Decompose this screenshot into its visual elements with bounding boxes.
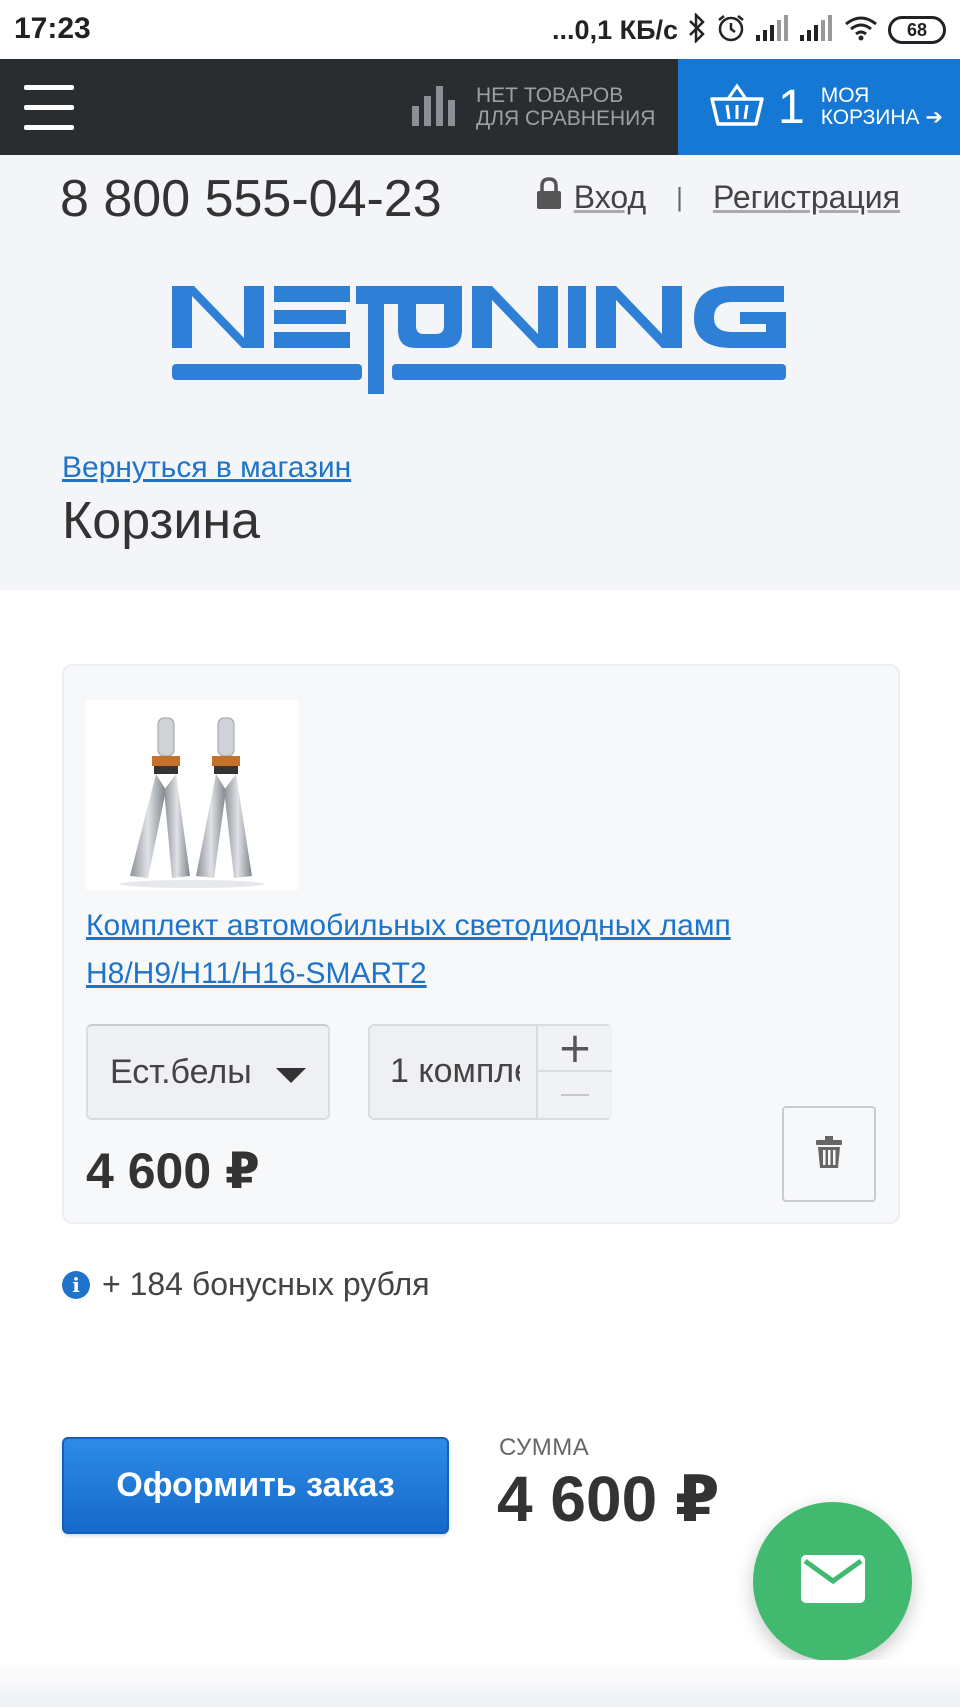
page-title: Корзина — [62, 492, 261, 550]
wifi-icon — [844, 15, 878, 46]
alarm-icon — [716, 13, 746, 48]
battery-icon: 68 — [888, 16, 946, 44]
product-name-link[interactable]: Комплект автомобильных светодиодных ламп… — [86, 902, 866, 998]
network-speed: ...0,1 КБ/с — [552, 14, 678, 45]
color-select[interactable]: Ест.белый — [86, 1024, 330, 1120]
cart-label-line1: МОЯ — [820, 84, 870, 107]
quantity-input[interactable]: 1 комплект — [390, 1052, 520, 1091]
phone-number[interactable]: 8 800 555-04-23 — [60, 169, 442, 229]
cart-label-line2: КОРЗИНА ➔ — [820, 106, 943, 129]
sum-value: 4 600 ₽ — [497, 1463, 720, 1535]
lock-icon — [536, 177, 562, 217]
page-bottom — [0, 1660, 960, 1707]
plus-icon: + — [557, 1023, 593, 1072]
auth-separator: | — [676, 181, 683, 212]
netuning-logo[interactable] — [172, 276, 788, 401]
site-header: 8 800 555-04-23 Вход | Регистрация Верну… — [0, 155, 960, 590]
cart-item-card: Комплект автомобильных светодиодных ламп… — [62, 664, 900, 1224]
hamburger-menu-icon[interactable] — [24, 81, 74, 133]
mail-icon — [800, 1555, 865, 1608]
quantity-minus-button[interactable] — [536, 1072, 612, 1118]
sum-label: СУММА — [499, 1434, 590, 1461]
register-link[interactable]: Регистрация — [713, 179, 900, 216]
signal-icon — [756, 14, 790, 46]
quantity-stepper: 1 комплект + — [368, 1024, 612, 1120]
delete-item-button[interactable] — [782, 1106, 876, 1202]
bonus-info: i + 184 бонусных рубля — [62, 1266, 430, 1303]
login-link[interactable]: Вход — [574, 179, 646, 216]
status-time: 17:23 — [14, 12, 91, 45]
compare-label-line1: НЕТ ТОВАРОВ — [476, 84, 624, 107]
cart-count: 1 — [778, 80, 805, 134]
basket-icon — [710, 82, 764, 132]
compare-chart-icon — [412, 84, 458, 131]
quantity-plus-button[interactable]: + — [536, 1026, 612, 1072]
status-icons: ...0,1 КБ/с 68 — [552, 10, 946, 50]
contact-fab-button[interactable] — [753, 1502, 912, 1661]
color-select-value: Ест.белый — [110, 1052, 252, 1091]
compare-label-line2: ДЛЯ СРАВНЕНИЯ — [476, 107, 656, 130]
cart-label: МОЯ КОРЗИНА ➔ — [821, 85, 943, 129]
info-icon[interactable]: i — [62, 1270, 90, 1299]
trash-icon — [816, 1135, 842, 1173]
cart-button[interactable]: 1 МОЯ КОРЗИНА ➔ — [678, 59, 960, 155]
status-bar: 17:23 ...0,1 КБ/с 68 — [0, 0, 960, 59]
product-image[interactable] — [86, 700, 298, 890]
compare-widget[interactable]: НЕТ ТОВАРОВ ДЛЯ СРАВНЕНИЯ — [412, 77, 655, 137]
chevron-down-icon — [276, 1068, 306, 1083]
minus-icon — [561, 1094, 589, 1096]
auth-links: Вход | Регистрация — [536, 177, 900, 217]
checkout-button[interactable]: Оформить заказ — [62, 1437, 449, 1534]
item-price: 4 600 ₽ — [86, 1143, 260, 1199]
back-to-shop-link[interactable]: Вернуться в магазин — [62, 451, 351, 485]
compare-label: НЕТ ТОВАРОВ ДЛЯ СРАВНЕНИЯ — [476, 84, 655, 130]
top-nav: НЕТ ТОВАРОВ ДЛЯ СРАВНЕНИЯ 1 МОЯ КОРЗИНА … — [0, 59, 960, 155]
bluetooth-icon — [688, 11, 706, 48]
signal-icon — [800, 14, 834, 46]
bonus-text: + 184 бонусных рубля — [102, 1266, 430, 1302]
